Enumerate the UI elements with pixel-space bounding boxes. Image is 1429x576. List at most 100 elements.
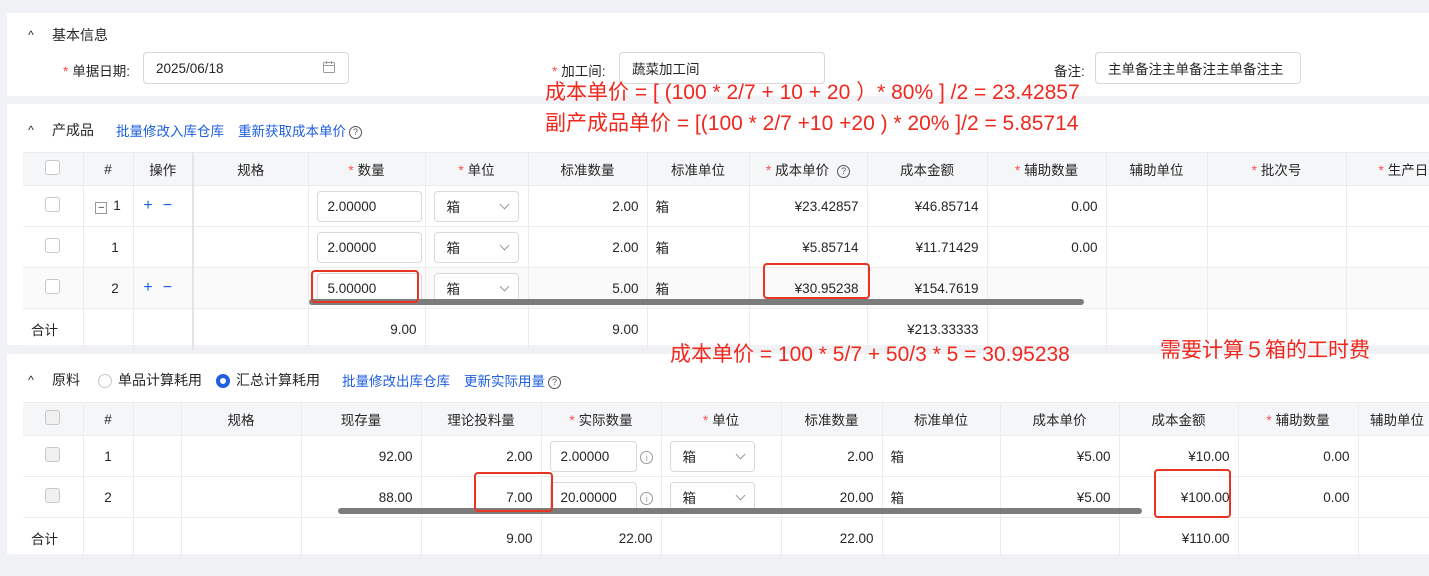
highlight-amount-box [1154, 469, 1231, 518]
aux-unit-cell [1106, 185, 1208, 227]
col-theory-qty: 理论投料量 [421, 402, 542, 436]
stock-cell: 92.00 [301, 435, 422, 477]
remark-input[interactable]: 主单备注主单备注主单备注主 [1095, 52, 1301, 84]
total-qty: 9.00 [308, 308, 426, 350]
collapse-toggle-icon[interactable]: – [95, 202, 108, 214]
total-empty-cell [301, 517, 422, 559]
add-row-icon[interactable]: + [143, 197, 162, 214]
unit-select[interactable]: 箱 [433, 231, 519, 263]
aux-unit-cell [1358, 476, 1429, 518]
row-checkbox-cell[interactable] [23, 476, 84, 518]
table-row: –1 +− 2.00000 箱 2.00 箱 ¥23.42857 ¥46.857… [23, 185, 1429, 227]
col-cost-price: 成本单价 [1000, 402, 1120, 436]
actual-qty-cell: 2.00000 i [541, 435, 662, 477]
col-cost-amount: 成本金额 [1119, 402, 1239, 436]
batch-no-cell [1207, 267, 1347, 309]
col-stock: 现存量 [301, 402, 422, 436]
select-all-checkbox[interactable] [45, 160, 61, 175]
row-checkbox[interactable] [45, 488, 61, 503]
add-row-icon[interactable]: + [143, 279, 162, 296]
production-date-cell [1346, 185, 1429, 227]
annotation-cost-formula: 成本单价 = [ (100 * 2/7 + 10 + 20 ）* 80% ] /… [545, 81, 1080, 104]
question-circle-icon[interactable]: ? [837, 164, 851, 178]
highlight-cost-box [763, 263, 870, 299]
select-all-checkbox-cell[interactable] [23, 402, 84, 436]
batch-no-cell [1207, 226, 1347, 268]
date-value: 2025/06/18 [156, 60, 224, 76]
question-circle-icon[interactable]: ? [349, 125, 362, 139]
batch-modify-out-warehouse-link[interactable]: 批量修改出库仓库 [342, 370, 450, 390]
cost-price-cell: ¥5.00 [1000, 435, 1120, 477]
col-spec: 规格 [181, 402, 302, 436]
row-checkbox-cell[interactable] [23, 267, 84, 309]
std-qty-cell: 2.00 [781, 435, 883, 477]
row-checkbox[interactable] [45, 447, 61, 462]
total-empty-cell [83, 517, 134, 559]
date-label: * 单据日期: [63, 64, 131, 79]
chevron-down-icon [735, 490, 745, 500]
basic-info-header[interactable]: ^ 基本信息 [24, 25, 108, 45]
caret-up-icon[interactable]: ^ [24, 28, 38, 42]
date-field[interactable]: 2025/06/18 [143, 52, 349, 84]
update-actual-usage-link[interactable]: 更新实际用量 [464, 374, 545, 389]
info-circle-icon[interactable]: i [640, 451, 654, 464]
total-theory: 9.00 [421, 517, 542, 559]
select-all-checkbox[interactable] [45, 410, 61, 425]
col-index: # [83, 402, 134, 436]
col-cost-amount: 成本金额 [867, 152, 988, 186]
qty-input[interactable]: 2.00000 [316, 231, 422, 263]
remove-row-icon[interactable]: − [163, 279, 182, 296]
row-checkbox[interactable] [45, 197, 61, 212]
col-std-qty: 标准数量 [528, 152, 648, 186]
remove-row-icon[interactable]: − [163, 197, 182, 214]
col-actions: 操作 [133, 152, 194, 186]
calendar-icon[interactable] [322, 60, 336, 77]
refetch-cost-link[interactable]: 重新获取成本单价 [238, 124, 346, 139]
total-empty-cell [133, 308, 194, 350]
products-header: ^ 产成品 批量修改入库仓库 重新获取成本单价? [24, 120, 362, 140]
total-empty-cell [1000, 517, 1120, 559]
col-aux-qty: * 辅助数量 [987, 152, 1107, 186]
caret-up-icon[interactable]: ^ [24, 123, 38, 137]
std-unit-cell: 箱 [647, 226, 750, 268]
aux-unit-cell [1106, 267, 1208, 309]
products-header-row: # 操作 规格 * 数量 * 单位 标准数量 标准单位 * 成本单价? 成本金额 * 辅… [23, 152, 1429, 186]
col-std-qty: 标准数量 [781, 402, 883, 436]
total-empty-cell [192, 308, 309, 350]
spec-cell [192, 226, 309, 268]
radio-summary-option[interactable]: 汇总计算耗用 [216, 370, 320, 390]
total-std-qty: 9.00 [528, 308, 648, 350]
col-std-unit: 标准单位 [647, 152, 750, 186]
materials-horizontal-scrollbar[interactable] [338, 508, 1142, 514]
spec-cell [192, 185, 309, 227]
products-horizontal-scrollbar[interactable] [309, 299, 1084, 305]
qty-input[interactable]: 2.00000 [316, 190, 422, 222]
batch-modify-in-warehouse-link[interactable]: 批量修改入库仓库 [116, 120, 224, 140]
cost-amount-cell: ¥11.71429 [867, 226, 988, 268]
total-empty-cell [1238, 517, 1359, 559]
row-checkbox-cell[interactable] [23, 226, 84, 268]
row-checkbox-cell[interactable] [23, 435, 84, 477]
row-index-cell: 2 [83, 476, 134, 518]
question-circle-icon[interactable]: ? [548, 375, 561, 389]
unit-select[interactable]: 箱 [433, 190, 519, 222]
frozen-divider-cell [133, 476, 182, 518]
row-checkbox-cell[interactable] [23, 185, 84, 227]
caret-up-icon[interactable]: ^ [24, 373, 38, 387]
std-unit-cell: 箱 [647, 185, 750, 227]
col-unit: * 单位 [661, 402, 782, 436]
actual-qty-input[interactable]: 2.00000 [549, 440, 637, 472]
radio-single-option[interactable]: 单品计算耗用 [98, 370, 202, 390]
col-batch-no: * 批次号 [1207, 152, 1347, 186]
row-checkbox[interactable] [45, 238, 61, 253]
chevron-down-icon [499, 240, 509, 250]
unit-select[interactable]: 箱 [669, 440, 755, 472]
info-circle-icon[interactable]: i [640, 492, 654, 505]
radio-unchecked-icon[interactable] [98, 374, 112, 389]
total-amount: ¥110.00 [1119, 517, 1239, 559]
chevron-down-icon [499, 199, 509, 209]
radio-checked-icon[interactable] [216, 374, 230, 389]
row-checkbox[interactable] [45, 279, 61, 294]
select-all-checkbox-cell[interactable] [23, 152, 84, 186]
products-table: # 操作 规格 * 数量 * 单位 标准数量 标准单位 * 成本单价? 成本金额 * 辅… [23, 152, 1429, 350]
